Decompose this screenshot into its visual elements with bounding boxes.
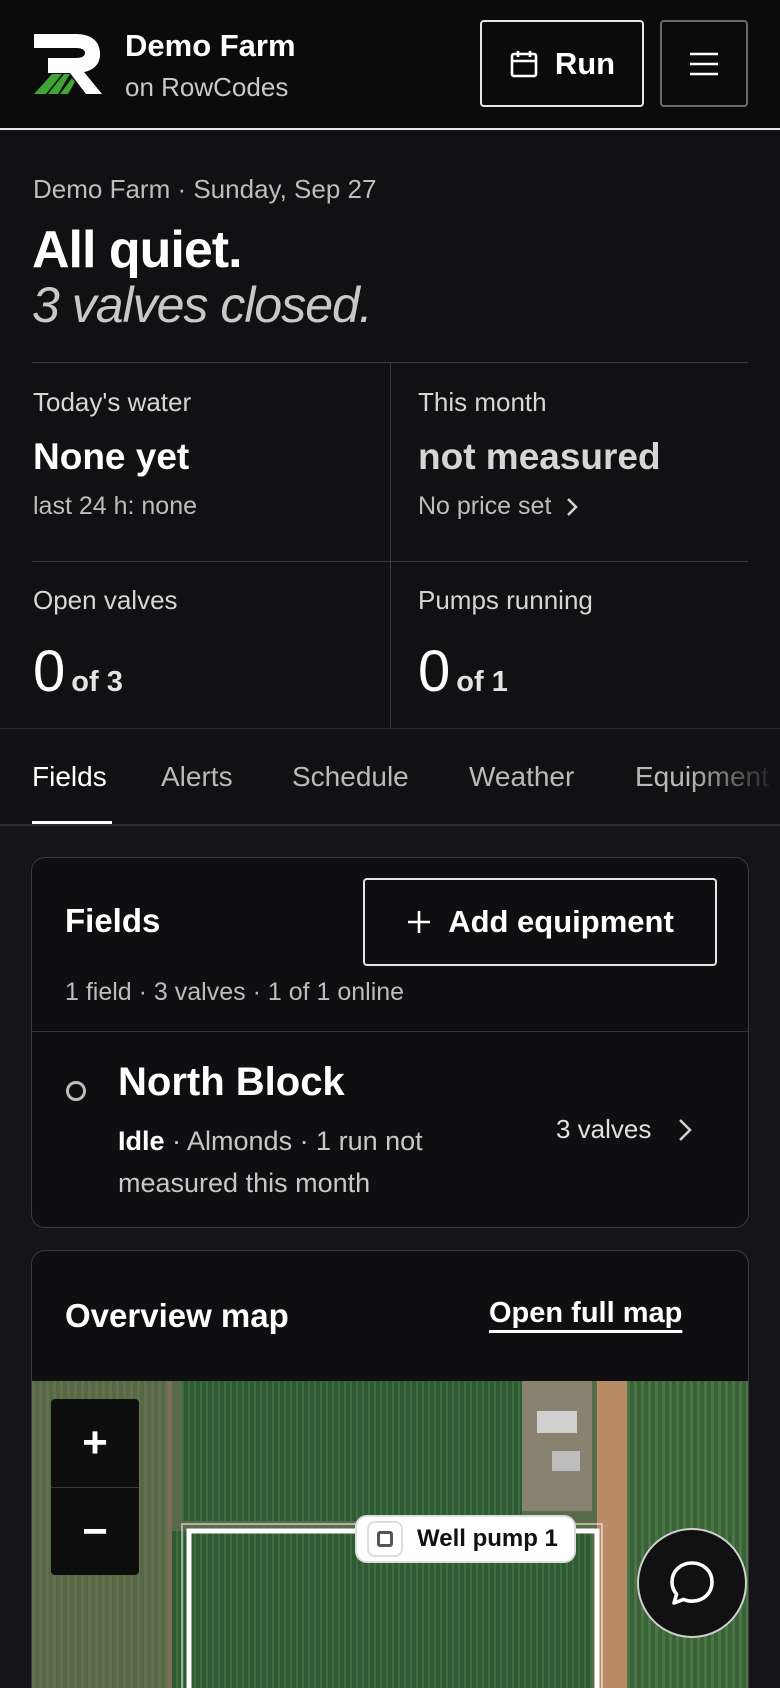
tab-bar: Fields Alerts Schedule Weather Equipment (0, 728, 780, 826)
run-button[interactable]: Run (480, 20, 644, 107)
field-name: North Block (118, 1060, 345, 1104)
field-details: · Almonds · 1 run not measured this mont… (118, 1126, 423, 1198)
well-pump-marker[interactable]: Well pump 1 (357, 1517, 574, 1561)
tab-alerts[interactable]: Alerts (161, 761, 233, 793)
stats-divider-horizontal (32, 561, 748, 562)
hamburger-menu-icon (690, 52, 718, 75)
satellite-map[interactable]: + − Well pump 1 (32, 1381, 748, 1688)
farm-name: Demo Farm (125, 28, 296, 63)
stat-label: Today's water (33, 387, 192, 417)
field-status: Idle (118, 1126, 165, 1156)
menu-button[interactable] (660, 20, 748, 107)
stats-grid: Today's water None yet last 24 h: none T… (32, 362, 748, 729)
stat-sub: last 24 h: none (33, 492, 198, 520)
tab-fields[interactable]: Fields (32, 761, 107, 793)
stat-label: This month (418, 387, 547, 417)
this-month-stat: This month not measured No price set (418, 387, 661, 521)
stat-label: Pumps running (418, 585, 593, 615)
field-valves-link[interactable]: 3 valves (556, 1114, 693, 1145)
overview-map-card: Overview map Open full map + − Well pump… (31, 1250, 749, 1688)
fields-card: Fields Add equipment 1 field · 3 valves … (31, 857, 749, 1228)
date-line: Demo Farm · Sunday, Sep 27 (33, 174, 377, 204)
add-equipment-label: Add equipment (448, 904, 674, 939)
field-description: Idle · Almonds · 1 run not measured this… (118, 1120, 458, 1204)
fields-summary-meta: 1 field · 3 valves · 1 of 1 online (65, 978, 405, 1006)
status-subheadline: 3 valves closed. (32, 277, 373, 333)
chevron-right-icon (679, 1118, 693, 1141)
map-zoom-controls: + − (51, 1399, 139, 1575)
platform-name: on RowCodes (125, 72, 289, 102)
chevron-right-icon (567, 497, 579, 516)
tab-schedule[interactable]: Schedule (292, 761, 409, 793)
open-valves-count: 0 (33, 639, 66, 704)
pumps-running-stat: Pumps running 0 of 1 (418, 585, 593, 705)
pump-icon (367, 1521, 403, 1557)
active-tab-indicator (32, 821, 112, 824)
run-label: Run (554, 45, 616, 81)
stat-value: None yet (33, 436, 190, 477)
open-valves-stat: Open valves 0 of 3 (33, 585, 178, 705)
pump-label: Well pump 1 (417, 1525, 558, 1552)
add-equipment-button[interactable]: Add equipment (363, 878, 717, 966)
pumps-running-count: 0 (418, 639, 451, 704)
chat-bubble-icon (670, 1561, 714, 1605)
todays-water-stat: Today's water None yet last 24 h: none (33, 387, 197, 521)
plus-icon (408, 911, 431, 933)
field-status-dot-icon (66, 1081, 86, 1101)
map-card-title: Overview map (65, 1297, 289, 1334)
set-price-link[interactable]: No price set (418, 492, 661, 521)
field-valves-count: 3 valves (556, 1114, 652, 1144)
open-valves-total: of 3 (71, 666, 123, 698)
zoom-out-button[interactable]: − (51, 1487, 139, 1575)
tab-weather[interactable]: Weather (469, 761, 574, 793)
calendar-icon (510, 50, 538, 77)
top-bar: Demo Farm on RowCodes Run (0, 0, 780, 130)
summary-section: Demo Farm · Sunday, Sep 27 All quiet. 3 … (0, 132, 780, 729)
pumps-running-total: of 1 (456, 666, 508, 698)
status-headline: All quiet. (32, 221, 243, 279)
fields-card-title: Fields (65, 902, 161, 939)
rowcodes-logo-icon[interactable] (32, 30, 104, 96)
tab-overflow-fade (690, 729, 780, 824)
card-divider (32, 1031, 748, 1032)
chat-button[interactable] (637, 1528, 747, 1638)
stat-value: not measured (418, 436, 661, 477)
open-full-map-link[interactable]: Open full map (489, 1297, 682, 1330)
zoom-in-button[interactable]: + (51, 1399, 139, 1487)
stat-label: Open valves (33, 585, 178, 615)
stats-divider-vertical (390, 363, 391, 729)
stat-sub: No price set (418, 492, 552, 520)
